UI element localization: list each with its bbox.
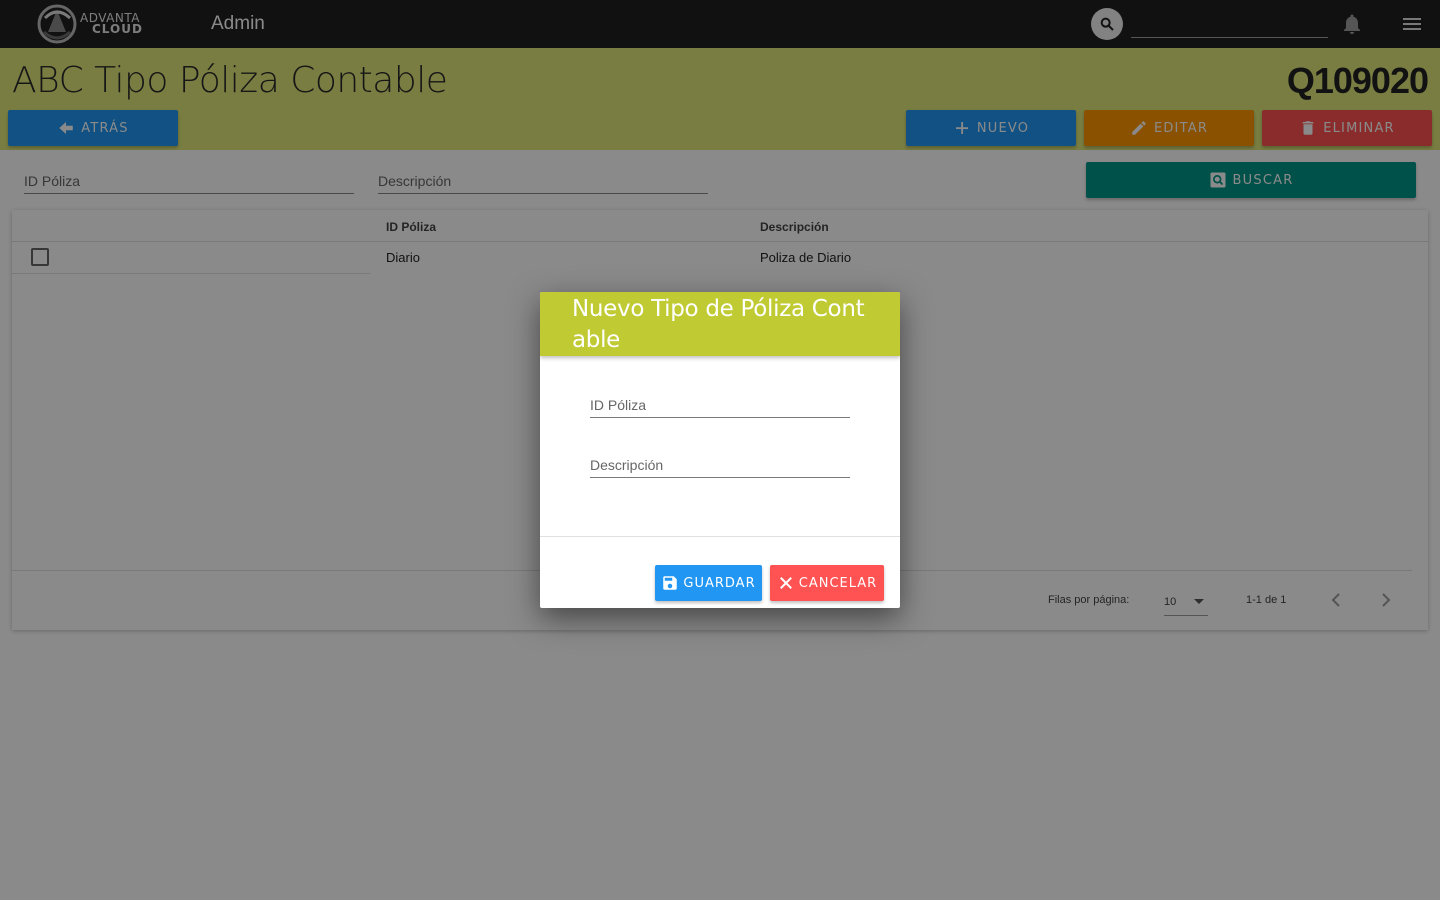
dialog-id-input[interactable] bbox=[590, 392, 850, 418]
dialog-actions-divider bbox=[540, 536, 900, 537]
cancel-button-label: CANCELAR bbox=[798, 575, 878, 591]
new-record-dialog: Nuevo Tipo de Póliza Contable GUARDAR CA… bbox=[540, 292, 900, 608]
dialog-description-input[interactable] bbox=[590, 452, 850, 478]
save-button-label: GUARDAR bbox=[683, 575, 756, 591]
save-button[interactable]: GUARDAR bbox=[655, 565, 762, 601]
close-icon bbox=[779, 577, 792, 589]
dialog-title: Nuevo Tipo de Póliza Contable bbox=[572, 296, 865, 353]
dialog-header: Nuevo Tipo de Póliza Contable bbox=[540, 292, 900, 356]
cancel-button[interactable]: CANCELAR bbox=[770, 565, 884, 601]
floppy-icon bbox=[663, 576, 678, 590]
